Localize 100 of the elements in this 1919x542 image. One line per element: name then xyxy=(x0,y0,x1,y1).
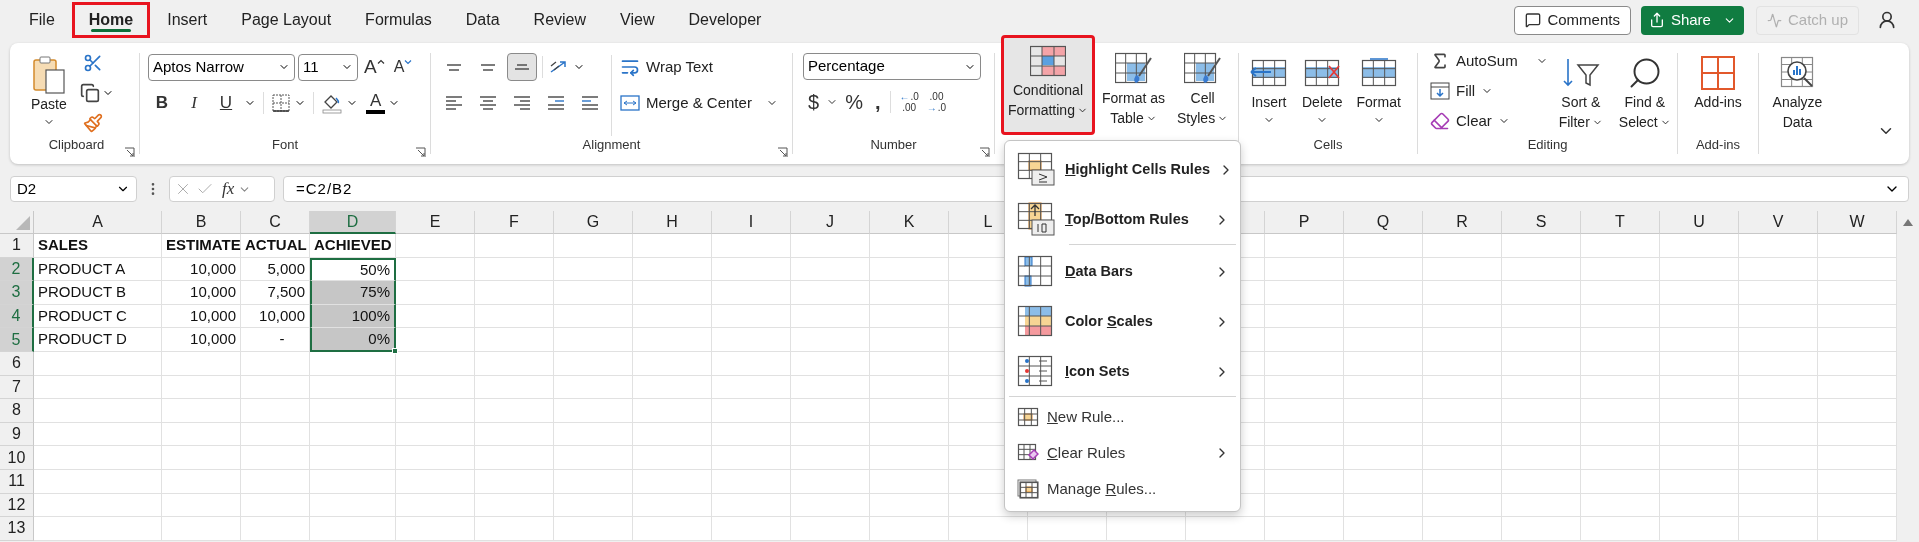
currency-button[interactable]: $ xyxy=(803,88,825,116)
table-cell: ACHIEVED xyxy=(310,234,396,258)
column-header[interactable]: U xyxy=(1660,211,1739,234)
column-header[interactable]: F xyxy=(475,211,554,234)
ribbon-tab[interactable]: File xyxy=(12,2,72,38)
column-header[interactable]: T xyxy=(1581,211,1660,234)
menu-item[interactable]: Manage Rules... xyxy=(1005,471,1240,507)
conditional-formatting-button[interactable]: Conditional Formatting xyxy=(1001,35,1095,135)
grow-font-button[interactable]: A xyxy=(361,53,388,81)
ribbon-tab[interactable]: Developer xyxy=(671,2,779,38)
column-header[interactable]: H xyxy=(633,211,712,234)
row-header[interactable]: 10 xyxy=(0,446,34,470)
column-header[interactable]: E xyxy=(396,211,475,234)
table-cell xyxy=(241,422,310,447)
ribbon-tab[interactable]: View xyxy=(603,2,672,38)
row-header[interactable]: 7 xyxy=(0,375,34,400)
format-as-table-button[interactable]: Format as Table xyxy=(1097,43,1170,139)
scissors-icon xyxy=(82,53,103,73)
percent-button[interactable]: % xyxy=(840,88,868,116)
ribbon-tab[interactable]: Insert xyxy=(150,2,225,38)
cell-styles-button[interactable]: Cell Styles xyxy=(1172,43,1234,139)
menu-item[interactable]: Highlight Cells Rules xyxy=(1005,145,1240,195)
row-header[interactable]: 3 xyxy=(0,281,34,305)
column-header[interactable]: P xyxy=(1265,211,1344,234)
row-header[interactable]: 6 xyxy=(0,351,34,376)
dialog-launcher-button[interactable] xyxy=(776,146,788,158)
underline-button[interactable]: U xyxy=(212,89,240,117)
column-header[interactable]: D xyxy=(310,211,396,234)
table-cell: 7,500 xyxy=(241,281,310,305)
ribbon-tab[interactable]: Page Layout xyxy=(224,2,349,38)
align-lines-icon xyxy=(447,63,461,71)
menu-item[interactable]: Color Scales xyxy=(1005,297,1240,347)
vertical-scrollbar[interactable] xyxy=(1897,211,1919,541)
table-cell xyxy=(241,517,310,541)
comments-button[interactable]: Comments xyxy=(1514,5,1631,35)
column-header[interactable]: Q xyxy=(1344,211,1423,234)
copy-icon xyxy=(79,83,100,103)
table-cell: 10,000 xyxy=(162,257,241,282)
name-box[interactable]: D2 xyxy=(10,176,137,202)
format-cells-button[interactable]: Format xyxy=(1353,47,1404,138)
shrink-font-button[interactable]: A xyxy=(390,53,416,81)
find-select-button[interactable]: Find & Select xyxy=(1613,47,1676,138)
row-header[interactable]: 8 xyxy=(0,399,34,423)
table-cell xyxy=(241,375,310,400)
number-format-dropdown[interactable]: Percentage xyxy=(803,53,981,80)
wrap-text-button[interactable]: Wrap Text xyxy=(618,53,780,81)
row-header[interactable]: 13 xyxy=(0,517,34,541)
add-ins-button[interactable]: Add-ins xyxy=(1691,47,1745,138)
table-cell: ESTIMATE xyxy=(162,234,241,258)
row-header[interactable]: 11 xyxy=(0,469,34,494)
merge-cells-icon xyxy=(620,94,640,112)
analyze-data-button[interactable]: Analyze Data xyxy=(1769,47,1826,138)
column-header[interactable]: S xyxy=(1502,211,1581,234)
table-cell xyxy=(241,446,310,470)
row-header[interactable]: 4 xyxy=(0,304,34,329)
share-button[interactable]: Share xyxy=(1640,5,1744,35)
table-cell: 75% xyxy=(310,281,396,305)
decrease-decimal-button[interactable]: .00 →.0 xyxy=(923,88,950,116)
fill-down-icon xyxy=(1430,81,1450,101)
autosum-button[interactable]: AutoSum xyxy=(1430,47,1548,75)
account-button[interactable] xyxy=(1877,10,1897,30)
column-header[interactable]: R xyxy=(1423,211,1502,234)
menu-item[interactable]: Icon Sets xyxy=(1005,347,1240,397)
column-header[interactable]: V xyxy=(1739,211,1818,234)
font-name-dropdown[interactable]: Aptos Narrow xyxy=(148,53,295,81)
increase-decimal-button[interactable]: ←.0 .00 xyxy=(896,88,922,116)
menu-item[interactable]: New Rule... xyxy=(1005,399,1240,435)
clear-button[interactable]: Clear xyxy=(1430,107,1548,135)
font-size-dropdown[interactable]: 11 xyxy=(298,53,358,81)
merge-center-button[interactable]: Merge & Center xyxy=(618,89,780,117)
vertical-align-button[interactable] xyxy=(507,53,537,81)
paste-button[interactable]: Paste xyxy=(28,49,70,138)
bold-button[interactable]: B xyxy=(148,89,176,117)
group-label: Number xyxy=(870,138,917,151)
sort-filter-button[interactable]: Sort & Filter xyxy=(1553,47,1608,138)
menu-item[interactable]: Clear Rules xyxy=(1005,435,1240,471)
delete-cells-button[interactable]: Delete xyxy=(1299,47,1346,138)
dialog-launcher-button[interactable] xyxy=(414,146,426,158)
italic-button[interactable]: I xyxy=(180,89,208,117)
font-color-button[interactable]: A xyxy=(366,89,401,117)
comma-style-button[interactable]: , xyxy=(869,88,886,116)
fill-button[interactable]: Fill xyxy=(1430,77,1548,105)
ribbon-tab[interactable]: Home xyxy=(71,2,151,38)
row-header[interactable]: 9 xyxy=(0,422,34,447)
dialog-launcher-button[interactable] xyxy=(123,146,135,158)
ribbon-tab[interactable]: Data xyxy=(448,2,517,38)
column-header[interactable]: K xyxy=(870,211,949,234)
row-header[interactable]: 2 xyxy=(0,257,34,282)
column-header[interactable]: G xyxy=(554,211,633,234)
ribbon-tab[interactable]: Review xyxy=(516,2,604,38)
row-header[interactable]: 12 xyxy=(0,493,34,518)
insert-cells-button[interactable]: Insert xyxy=(1247,47,1291,138)
ribbon-tab[interactable]: Formulas xyxy=(348,2,449,38)
column-header[interactable]: I xyxy=(712,211,791,234)
dialog-launcher-button[interactable] xyxy=(978,146,990,158)
row-header[interactable]: 1 xyxy=(0,234,34,258)
row-header[interactable]: 5 xyxy=(0,328,34,352)
menu-item[interactable]: Data Bars xyxy=(1005,247,1240,297)
insert-function-button[interactable]: fx xyxy=(222,176,235,202)
column-header[interactable]: J xyxy=(791,211,870,234)
